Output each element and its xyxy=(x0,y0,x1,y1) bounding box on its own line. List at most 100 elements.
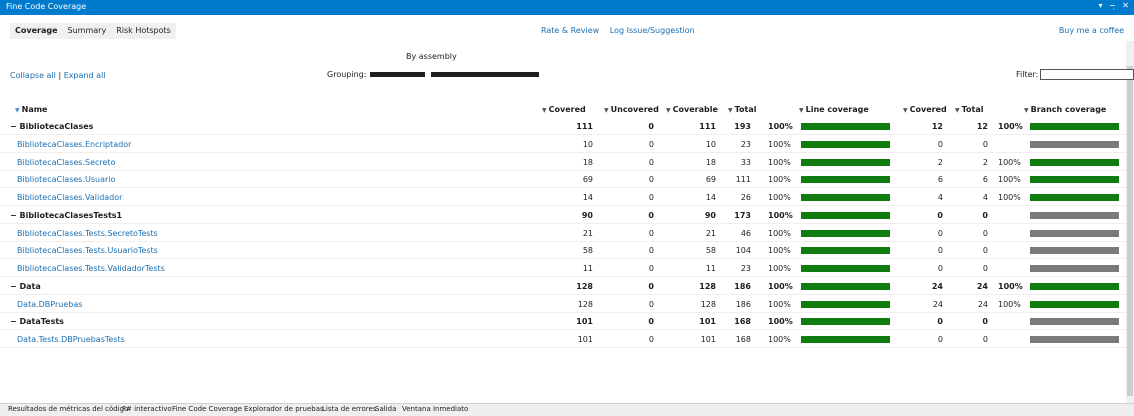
total-value: 193 xyxy=(734,122,751,131)
tab-risk-hotspots[interactable]: Risk Hotspots xyxy=(111,23,176,39)
row-name[interactable]: BibliotecaClases.Tests.UsuarioTests xyxy=(17,246,158,255)
branch-coverage-percent: 100% xyxy=(998,175,1021,185)
col-header-name[interactable]: ▼ Name xyxy=(15,105,47,117)
row-name[interactable]: Data.Tests.DBPruebasTests xyxy=(17,335,125,344)
branch-covered-value: 6 xyxy=(937,175,943,185)
row-name[interactable]: BibliotecaClases.Usuario xyxy=(17,175,115,184)
col-header-branch-covered[interactable]: ▼ Covered xyxy=(903,105,947,117)
branch-coverage-bar xyxy=(1030,176,1119,184)
col-header-branch-total[interactable]: ▼ Total xyxy=(955,105,983,117)
branch-total-value: 24 xyxy=(977,299,988,309)
row-name[interactable]: BibliotecaClases.Encriptador xyxy=(17,140,131,149)
uncovered-value: 0 xyxy=(648,335,654,344)
total-value: 186 xyxy=(734,281,751,291)
rate-review-link[interactable]: Rate & Review xyxy=(541,26,599,35)
class-row[interactable]: BibliotecaClases.Tests.SecretoTests 21 0 21… xyxy=(0,225,1126,242)
branch-covered-value: 0 xyxy=(937,246,943,256)
expand-all-link[interactable]: Expand all xyxy=(64,71,106,80)
bottom-tab-fsharp[interactable]: F# interactivo xyxy=(122,405,172,413)
branch-coverage-bar xyxy=(1030,300,1119,308)
log-issue-link[interactable]: Log Issue/Suggestion xyxy=(610,26,695,35)
row-name[interactable]: BibliotecaClases.Secreto xyxy=(17,158,115,167)
class-row[interactable]: Data.DBPruebas 128 0 128 186 100% 24 24 100% xyxy=(0,296,1126,313)
col-header-covered[interactable]: ▼ Covered xyxy=(542,105,586,117)
sort-icon: ▼ xyxy=(903,107,908,114)
row-name[interactable]: − BibliotecaClases xyxy=(10,122,93,131)
uncovered-value: 0 xyxy=(648,157,654,167)
grouping-slider-segment[interactable] xyxy=(370,72,426,77)
branch-coverage-fill xyxy=(1030,176,1119,184)
col-header-total[interactable]: ▼ Total xyxy=(728,105,756,117)
assembly-row[interactable]: − DataTests 101 0 101 168 100% 0 0 xyxy=(0,313,1126,331)
assembly-row[interactable]: − Data 128 0 128 186 100% 24 24 100% xyxy=(0,278,1126,295)
col-header-branch-coverage[interactable]: ▼ Branch coverage xyxy=(1024,105,1106,117)
bottom-tab-output[interactable]: Salida xyxy=(375,405,396,413)
scrollbar-thumb[interactable] xyxy=(1127,66,1133,396)
coverable-value: 11 xyxy=(705,264,716,273)
col-header-coverable[interactable]: ▼ Coverable xyxy=(666,105,718,117)
row-name[interactable]: − DataTests xyxy=(10,317,64,326)
line-coverage-bar xyxy=(801,336,890,343)
bottom-tab-error-list[interactable]: Lista de errores xyxy=(322,405,376,413)
bottom-tab-immediate[interactable]: Ventana Inmediato xyxy=(402,405,468,413)
bottom-tab-test-explorer[interactable]: Explorador de pruebas xyxy=(244,405,324,413)
line-coverage-percent: 100% xyxy=(768,246,791,256)
covered-value: 21 xyxy=(582,228,593,238)
collapse-all-link[interactable]: Collapse all xyxy=(10,71,56,80)
tab-summary[interactable]: Summary xyxy=(63,23,112,39)
covered-value: 90 xyxy=(581,210,593,220)
covered-value: 101 xyxy=(576,317,593,327)
total-value: 168 xyxy=(734,317,751,327)
row-name[interactable]: Data.DBPruebas xyxy=(17,300,82,309)
row-name[interactable]: BibliotecaClases.Tests.SecretoTests xyxy=(17,229,158,238)
assembly-row[interactable]: − BibliotecaClasesTests1 90 0 90 173 100% 0 0 xyxy=(0,207,1126,224)
class-row[interactable]: BibliotecaClases.Validador 14 0 14 26 100% 4 4 1… xyxy=(0,189,1126,206)
col-header-line-coverage[interactable]: ▼ Line coverage xyxy=(799,105,869,117)
filter-control: Filter: xyxy=(1016,69,1134,80)
branch-coverage-bar xyxy=(1030,265,1119,272)
class-row[interactable]: BibliotecaClases.Secreto 18 0 18 33 100% 2 2 100… xyxy=(0,154,1126,171)
row-name[interactable]: BibliotecaClases.Validador xyxy=(17,193,122,202)
window-controls[interactable]: ▾ −̣ ✕ xyxy=(1098,1,1131,10)
branch-total-value: 0 xyxy=(982,246,988,256)
col-header-uncovered[interactable]: ▼ Uncovered xyxy=(604,105,659,117)
branch-covered-value: 12 xyxy=(931,122,943,131)
line-coverage-fill xyxy=(801,123,890,130)
class-row[interactable]: Data.Tests.DBPruebasTests 101 0 101 168 100% 0… xyxy=(0,331,1126,348)
branch-covered-value: 4 xyxy=(937,193,943,202)
vertical-scrollbar[interactable] xyxy=(1126,41,1134,403)
row-name[interactable]: − Data xyxy=(10,282,41,291)
line-coverage-fill xyxy=(801,247,890,255)
total-value: 23 xyxy=(740,264,751,273)
line-coverage-fill xyxy=(801,318,890,326)
assembly-row[interactable]: − BibliotecaClases 111 0 111 193 100% 12 12 100% xyxy=(0,118,1126,135)
total-value: 23 xyxy=(740,139,751,149)
filter-input[interactable] xyxy=(1040,69,1134,80)
buy-coffee-link[interactable]: Buy me a coffee xyxy=(1059,26,1124,35)
row-name[interactable]: BibliotecaClases.Tests.ValidadorTests xyxy=(17,264,165,273)
grouping-label: Grouping: xyxy=(327,70,367,79)
row-name[interactable]: − BibliotecaClasesTests1 xyxy=(10,211,122,220)
report-title: By assembly xyxy=(406,52,457,61)
line-coverage-percent: 100% xyxy=(768,210,793,220)
branch-coverage-bar xyxy=(1030,336,1119,343)
class-row[interactable]: BibliotecaClases.Tests.UsuarioTests 58 0 58… xyxy=(0,242,1126,260)
bottom-tab-fine-code-coverage[interactable]: Fine Code Coverage xyxy=(172,405,242,413)
branch-total-value: 24 xyxy=(976,281,988,291)
tab-coverage[interactable]: Coverage xyxy=(10,23,63,39)
coverable-value: 90 xyxy=(704,210,716,220)
class-row[interactable]: BibliotecaClases.Usuario 69 0 69 111 100% 6 6 10… xyxy=(0,171,1126,189)
branch-coverage-fill xyxy=(1030,123,1119,130)
total-value: 111 xyxy=(735,175,751,185)
branch-coverage-bar xyxy=(1030,194,1119,201)
line-coverage-bar xyxy=(801,176,890,184)
line-coverage-fill xyxy=(801,336,890,343)
grouping-slider-segment[interactable] xyxy=(431,72,540,77)
line-coverage-fill xyxy=(801,211,890,219)
branch-coverage-bar xyxy=(1030,140,1119,148)
line-coverage-percent: 100% xyxy=(768,193,791,202)
branch-coverage-fill xyxy=(1030,300,1119,308)
bottom-tab-metrics[interactable]: Resultados de métricas del código xyxy=(8,405,128,413)
class-row[interactable]: BibliotecaClases.Tests.ValidadorTests 11 0… xyxy=(0,260,1126,277)
class-row[interactable]: BibliotecaClases.Encriptador 10 0 10 23 100% 0… xyxy=(0,136,1126,153)
